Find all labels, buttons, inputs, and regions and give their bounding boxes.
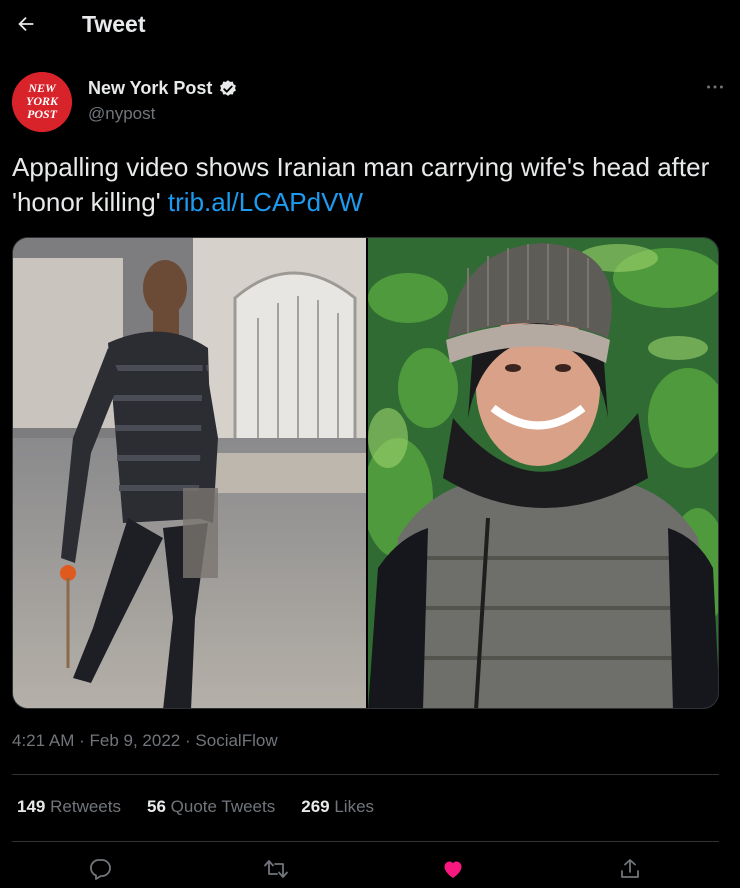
svg-text:YORK: YORK <box>26 94 59 108</box>
tweet-time[interactable]: 4:21 AM <box>12 731 74 750</box>
avatar[interactable]: NEW YORK POST <box>12 72 72 132</box>
svg-text:POST: POST <box>27 107 58 121</box>
likes-label: Likes <box>334 797 375 816</box>
tweet-stats: 149 Retweets 56 Quote Tweets 269 Likes <box>17 797 374 817</box>
name-row: New York Post <box>88 78 238 99</box>
share-button[interactable] <box>613 852 647 886</box>
user-handle[interactable]: @nypost <box>88 104 155 124</box>
heart-filled-icon <box>444 861 462 878</box>
reply-button[interactable] <box>83 852 117 886</box>
tweet-media[interactable] <box>12 237 719 709</box>
retweet-button[interactable] <box>259 852 293 886</box>
action-bar <box>0 852 740 888</box>
page-title: Tweet <box>82 11 146 37</box>
divider <box>12 774 719 775</box>
photo-man-street[interactable] <box>13 238 366 708</box>
meta-separator: · <box>79 731 85 750</box>
arrow-left-icon <box>18 16 34 32</box>
tweet-source[interactable]: SocialFlow <box>195 731 277 750</box>
quote-tweets-stat[interactable]: 56 Quote Tweets <box>147 797 275 817</box>
retweet-icon <box>264 860 288 878</box>
meta-separator: · <box>185 731 191 750</box>
quote-tweets-count: 56 <box>146 797 166 816</box>
reply-icon <box>90 859 111 880</box>
tweet-link[interactable]: trib.al/LCAPdVW <box>168 187 363 217</box>
top-bar: Tweet <box>0 0 740 50</box>
quote-tweets-label: Quote Tweets <box>170 797 276 816</box>
share-icon <box>621 859 639 878</box>
like-button[interactable] <box>436 852 470 886</box>
photo-woman-portrait[interactable] <box>368 238 718 708</box>
new-york-post-logo: NEW YORK POST <box>12 72 72 132</box>
more-options-button[interactable] <box>702 76 728 102</box>
tweet-text: Appalling video shows Iranian man carryi… <box>12 150 728 220</box>
svg-text:NEW: NEW <box>27 81 57 95</box>
more-dots-icon <box>707 85 723 89</box>
retweets-label: Retweets <box>50 797 121 816</box>
tweet-author: NEW YORK POST New York Post @nypost <box>12 70 728 136</box>
display-name[interactable]: New York Post <box>88 78 212 99</box>
likes-count: 269 <box>301 797 330 816</box>
tweet-meta: 4:21 AM · Feb 9, 2022 · SocialFlow <box>12 731 278 751</box>
verified-badge-icon <box>218 79 238 99</box>
tweet-date[interactable]: Feb 9, 2022 <box>90 731 181 750</box>
retweets-count: 149 <box>17 797 46 816</box>
divider <box>12 841 719 842</box>
retweets-stat[interactable]: 149 Retweets <box>17 797 121 817</box>
likes-stat[interactable]: 269 Likes <box>301 797 374 817</box>
back-button[interactable] <box>12 10 40 38</box>
